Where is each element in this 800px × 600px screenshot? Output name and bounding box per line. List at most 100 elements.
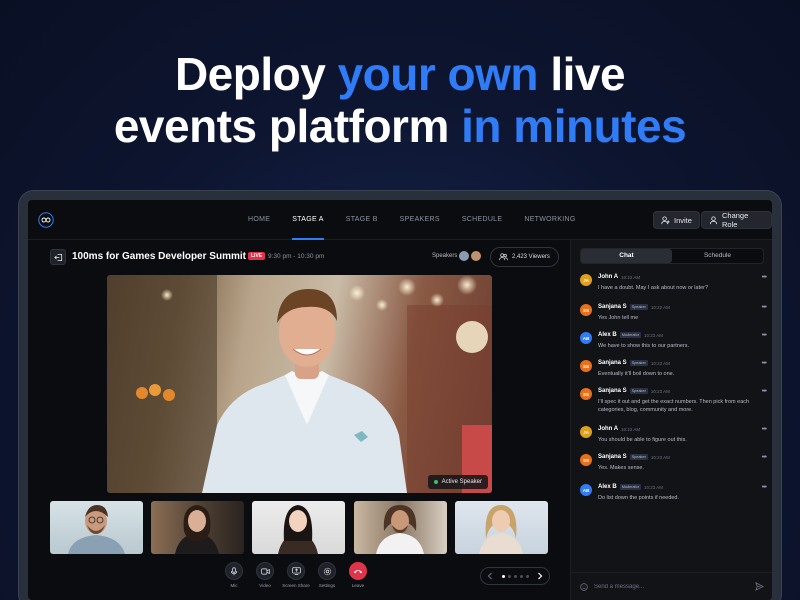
- participant-video-image: [479, 505, 523, 554]
- video-button[interactable]: [256, 562, 274, 580]
- chat-message: SS Sanjana S Speaker 10:23 AM ••• Yes. Makes …: [580, 454, 767, 480]
- sender-name: Sanjana S: [598, 388, 627, 394]
- mic-label: Mic: [230, 583, 238, 588]
- event-time: 9:30 pm - 10:30 pm: [268, 253, 325, 260]
- avatar: SS: [580, 454, 592, 466]
- exit-button[interactable]: [50, 249, 66, 265]
- more-options-icon[interactable]: •••: [762, 304, 767, 311]
- avatar: JA: [580, 274, 592, 286]
- video-icon: [260, 568, 270, 575]
- message-header: Sanjana S Speaker 10:23 AM: [598, 454, 670, 460]
- chat-message: AB Alex B Moderator 10:23 AM ••• We have to s…: [580, 332, 767, 358]
- headline-plain: Deploy: [174, 48, 338, 100]
- screen-share-button[interactable]: [287, 562, 305, 580]
- more-options-icon[interactable]: •••: [762, 388, 767, 395]
- participant-tile[interactable]: [354, 501, 447, 554]
- nav-item-stage-b[interactable]: STAGE B: [346, 200, 378, 240]
- chat-message: SS Sanjana S Speaker 10:22 AM ••• Yes John te…: [580, 304, 767, 330]
- more-options-icon[interactable]: •••: [762, 484, 767, 491]
- pager-dot[interactable]: [501, 574, 505, 578]
- message-header: Sanjana S Speaker 10:23 AM: [598, 388, 670, 394]
- pager-dot[interactable]: [507, 574, 511, 578]
- emoji-icon[interactable]: [580, 582, 588, 591]
- top-bar: HOME STAGE A STAGE B SPEAKERS SCHEDULE NETWOR…: [28, 200, 772, 240]
- settings-icon: [323, 567, 332, 576]
- mic-button[interactable]: [225, 562, 243, 580]
- invite-button[interactable]: Invite: [653, 211, 700, 229]
- tab-schedule[interactable]: Schedule: [672, 249, 763, 263]
- more-options-icon[interactable]: •••: [762, 454, 767, 461]
- message-text: Yes. Makes sense.: [598, 465, 644, 471]
- headline-accent: your own: [337, 48, 539, 100]
- infinity-logo-icon[interactable]: [38, 212, 54, 228]
- message-text: Do list down the points if needed.: [598, 495, 680, 501]
- sender-name: Alex B: [598, 332, 617, 338]
- nav-item-speakers[interactable]: SPEAKERS: [400, 200, 440, 240]
- participant-tile[interactable]: [50, 501, 143, 554]
- headline-accent-2: in minutes: [461, 100, 687, 152]
- pager-dot[interactable]: [513, 574, 517, 578]
- message-input[interactable]: [594, 583, 749, 590]
- screen-share-control[interactable]: Screen Share: [282, 562, 310, 588]
- message-text: Eventually it'll boil down to one.: [598, 371, 675, 377]
- chevron-right-icon[interactable]: [537, 572, 543, 580]
- message-text: You should be able to figure out this.: [598, 437, 687, 443]
- chevron-left-icon[interactable]: [487, 572, 493, 580]
- leave-control[interactable]: Leave: [348, 562, 368, 588]
- mic-control[interactable]: Mic: [224, 562, 244, 588]
- speaker-avatar[interactable]: [458, 250, 470, 262]
- main-video-tile[interactable]: Active Speaker: [107, 275, 492, 493]
- message-time: 10:23 AM: [644, 332, 664, 338]
- participant-tile[interactable]: [455, 501, 548, 554]
- participant-tile[interactable]: [151, 501, 244, 554]
- video-control[interactable]: Video: [255, 562, 275, 588]
- avatar: AB: [580, 484, 592, 496]
- settings-control[interactable]: Settings: [317, 562, 337, 588]
- send-icon[interactable]: [755, 582, 764, 591]
- more-options-icon[interactable]: •••: [762, 426, 767, 433]
- nav-item-home[interactable]: HOME: [248, 200, 270, 240]
- tab-chat[interactable]: Chat: [581, 249, 672, 263]
- leave-icon: [353, 568, 363, 574]
- sender-name: Sanjana S: [598, 360, 627, 366]
- nav-item-schedule[interactable]: SCHEDULE: [462, 200, 503, 240]
- message-header: Alex B Moderator 10:23 AM: [598, 332, 663, 338]
- avatar: SS: [580, 360, 592, 372]
- viewers-pill[interactable]: 2,423 Viewers: [490, 247, 559, 267]
- message-time: 10:23 AM: [644, 484, 664, 490]
- change-role-button[interactable]: Change Role: [701, 211, 772, 229]
- role-badge: Speaker: [629, 360, 648, 366]
- avatar: AB: [580, 332, 592, 344]
- nav-item-stage-a[interactable]: STAGE A: [292, 200, 324, 240]
- stage-area: 100ms for Games Developer Summit LIVE 9:…: [28, 240, 570, 600]
- pager-dot[interactable]: [525, 574, 529, 578]
- chat-message: SS Sanjana S Speaker 10:23 AM ••• I'll spec i…: [580, 388, 767, 414]
- sender-name: John A: [598, 426, 619, 432]
- user-icon: [709, 215, 718, 225]
- role-badge: Speaker: [629, 454, 648, 460]
- chat-message: SS Sanjana S Speaker 10:23 AM ••• Eventually …: [580, 360, 767, 386]
- video-label: Video: [259, 583, 271, 588]
- more-options-icon[interactable]: •••: [762, 360, 767, 367]
- speaker-avatar[interactable]: [470, 250, 482, 262]
- participant-video-image: [175, 505, 219, 554]
- role-badge: Moderator: [619, 332, 641, 338]
- settings-button[interactable]: [318, 562, 336, 580]
- add-user-icon: [661, 215, 670, 225]
- message-time: 10:23 AM: [650, 360, 670, 366]
- participant-video-image: [68, 505, 125, 554]
- app-screen: HOME STAGE A STAGE B SPEAKERS SCHEDULE NETWOR…: [28, 200, 772, 600]
- participant-tile[interactable]: [252, 501, 345, 554]
- leave-button[interactable]: [349, 562, 367, 580]
- main-nav: HOME STAGE A STAGE B SPEAKERS SCHEDULE NETWOR…: [248, 200, 576, 240]
- nav-item-networking[interactable]: NETWORKING: [524, 200, 575, 240]
- more-options-icon[interactable]: •••: [762, 274, 767, 281]
- chat-message: JA John A 10:22 AM ••• You should be able to…: [580, 426, 767, 452]
- pager-dot[interactable]: [519, 574, 523, 578]
- more-options-icon[interactable]: •••: [762, 332, 767, 339]
- avatar: SS: [580, 304, 592, 316]
- call-controls: Mic Video Screen Share Settings Leave: [224, 562, 368, 588]
- headline-line-2: events platform in minutes: [0, 100, 800, 152]
- headline: Deploy your own live events platform in …: [0, 48, 800, 152]
- message-text: I have a doubt. May I ask about now or l…: [598, 285, 709, 291]
